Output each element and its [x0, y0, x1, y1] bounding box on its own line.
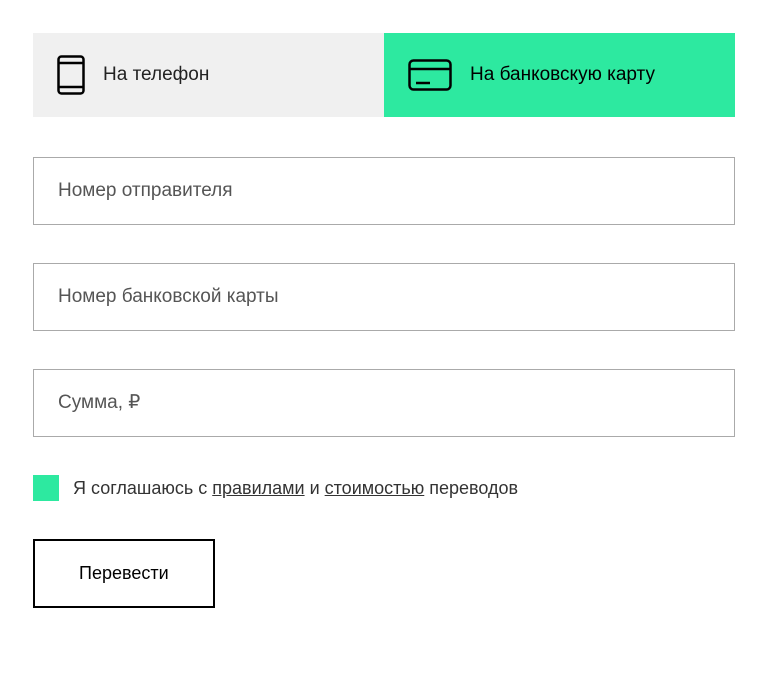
amount-input[interactable] [33, 369, 735, 437]
consent-checkbox[interactable] [33, 475, 59, 501]
tab-phone-label: На телефон [103, 63, 209, 88]
sender-number-input[interactable] [33, 157, 735, 225]
cost-link[interactable]: стоимостью [325, 478, 425, 498]
card-icon [408, 59, 452, 91]
consent-text: Я соглашаюсь с правилами и стоимостью пе… [73, 478, 518, 499]
consent-text-middle: и [305, 478, 325, 498]
card-number-input[interactable] [33, 263, 735, 331]
consent-text-before: Я соглашаюсь с [73, 478, 212, 498]
tab-card-label: На банковскую карту [470, 63, 655, 88]
consent-text-after: переводов [424, 478, 518, 498]
tab-to-phone[interactable]: На телефон [33, 33, 384, 117]
tab-to-card[interactable]: На банковскую карту [384, 33, 735, 117]
consent-row: Я соглашаюсь с правилами и стоимостью пе… [33, 475, 735, 501]
phone-icon [57, 55, 85, 95]
rules-link[interactable]: правилами [212, 478, 304, 498]
transfer-type-tabs: На телефон На банковскую карту [33, 33, 735, 117]
submit-button[interactable]: Перевести [33, 539, 215, 608]
